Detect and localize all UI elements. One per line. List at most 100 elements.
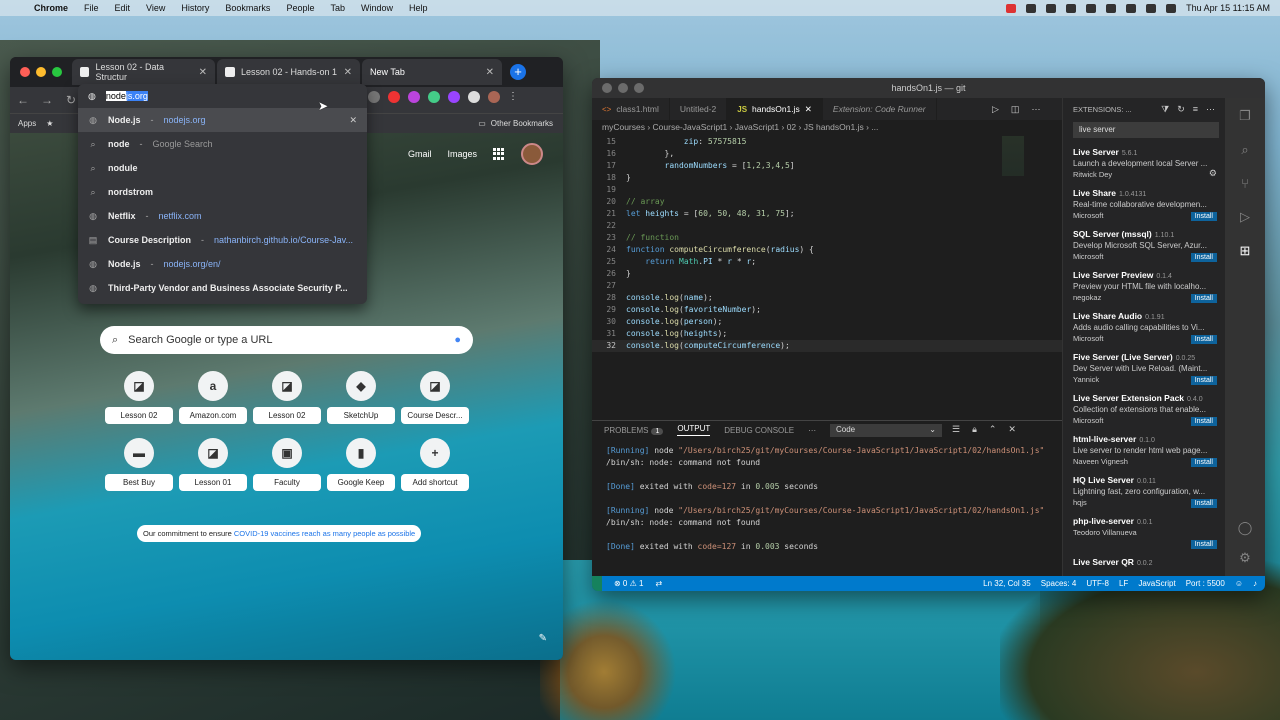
code-line[interactable]: 24 function computeCircumference(radius) … [592,244,1062,256]
code-line[interactable]: 28 console.log(name); [592,292,1062,304]
shortcut-tile[interactable]: a Amazon.com [176,371,250,424]
extension-list-item[interactable]: Live Share Audio 0.1.91 Adds audio calling… [1063,308,1225,349]
profile-avatar[interactable] [488,91,500,103]
minimize-window-button[interactable] [618,83,628,93]
shortcut-tile[interactable]: ◪ Course Descr... [398,371,472,424]
account-avatar[interactable] [521,143,543,165]
code-line[interactable]: 32 console.log(computeCircumference); [592,340,1062,352]
shortcut-tile[interactable]: ◆ SketchUp [324,371,398,424]
reload-icon[interactable]: ↻ [64,93,78,107]
zoom-window-button[interactable] [52,67,62,77]
minimize-window-button[interactable] [36,67,46,77]
install-button[interactable]: Install [1190,376,1217,385]
extension-icon[interactable] [428,91,440,103]
cursor-position[interactable]: Ln 32, Col 35 [983,579,1031,588]
extension-icon[interactable] [408,91,420,103]
extension-list-item[interactable]: Live Server Extension Pack 0.4.0 Collectio… [1063,390,1225,431]
close-window-button[interactable] [602,83,612,93]
extension-list-item[interactable]: SQL Server (mssql) 1.10.1 Develop Microsof… [1063,226,1225,267]
extension-list-item[interactable]: HQ Live Server 0.0.11 Lightning fast, zero… [1063,472,1225,513]
status-icon-1[interactable] [1026,3,1037,13]
star-icon[interactable]: ★ [46,119,53,128]
extension-list-item[interactable]: html-live-server 0.1.0 Live server to rend… [1063,431,1225,472]
filter-icon[interactable]: ⧩ [1161,104,1169,115]
close-tab-icon[interactable]: ✕ [199,67,207,78]
search-icon[interactable]: ⌕ [1241,142,1248,158]
source-control-icon[interactable]: ⑂ [1241,176,1249,191]
omnibox-suggestion[interactable]: ◍ Netflix - netflix.com [78,204,367,228]
code-line[interactable]: 18} [592,172,1062,184]
tab-handson1-js[interactable]: JS handsOn1.js ✕ [727,98,823,120]
omnibox-suggestion[interactable]: ◍ Third-Party Vendor and Business Associa… [78,276,367,300]
install-button[interactable]: Install [1190,335,1217,344]
gmail-link[interactable]: Gmail [408,149,432,159]
extension-list-item[interactable]: Five Server (Live Server) 0.0.25 Dev Serve… [1063,349,1225,390]
remove-suggestion-icon[interactable]: ✕ [349,115,357,126]
code-line[interactable]: 31 console.log(heights); [592,328,1062,340]
close-tab-icon[interactable]: ✕ [805,104,812,115]
stop-recording-icon[interactable] [1006,3,1017,13]
gear-icon[interactable]: ⚙ [1239,550,1251,566]
install-button[interactable]: Install [1190,458,1217,467]
shortcut-tile[interactable]: ▣ Faculty [250,438,324,491]
code-line[interactable]: 19 [592,184,1062,196]
menu-bookmarks[interactable]: Bookmarks [217,3,278,13]
shortcut-tile[interactable]: ▮ Google Keep [324,438,398,491]
covid-link[interactable]: COVID-19 vaccines reach as many people a… [234,529,415,538]
code-line[interactable]: 20 // array [592,196,1062,208]
language-mode[interactable]: JavaScript [1138,579,1175,588]
extension-icon[interactable] [368,91,380,103]
omnibox-suggestion[interactable]: ▤ Course Description - nathanbirch.github… [78,228,367,252]
problems-status[interactable]: ⊗ 0 ⚠ 1 [614,579,643,588]
code-line[interactable]: 25 return Math.PI * r * r; [592,256,1062,268]
run-icon[interactable]: ▷ [992,104,999,115]
shortcut-tile[interactable]: ◪ Lesson 01 [176,438,250,491]
indentation[interactable]: Spaces: 4 [1041,579,1077,588]
tab-class1-html[interactable]: <> class1.html [592,98,670,120]
tab-lesson02-handson[interactable]: Lesson 02 - Hands-on 1 ✕ [217,59,360,85]
install-button[interactable]: Install [1190,294,1217,303]
close-panel-icon[interactable]: ✕ [1008,424,1016,435]
code-line[interactable]: 17 randomNumbers = [1,2,3,4,5] [592,160,1062,172]
extensions-search-input[interactable]: live server [1073,122,1219,138]
more-actions-icon[interactable]: ⋯ [1031,104,1040,115]
menu-help[interactable]: Help [401,3,436,13]
code-line[interactable]: 26} [592,268,1062,280]
puzzle-icon[interactable] [468,91,480,103]
shortcut-tile[interactable]: + Add shortcut [398,438,472,491]
lock-icon[interactable]: 🔒︎ [972,424,977,435]
install-button[interactable]: Install [1190,540,1217,549]
clear-output-icon[interactable]: ☰ [952,424,960,435]
extension-list-item[interactable]: Live Share 1.0.4131 Real-time collaborativ… [1063,185,1225,226]
split-editor-icon[interactable]: ◫ [1011,104,1020,115]
extension-list-item[interactable]: php-live-server 0.0.1 Teodoro Villanueva In… [1063,513,1225,554]
status-icon-3[interactable] [1066,3,1077,13]
tab-problems[interactable]: PROBLEMS 1 [604,426,664,435]
run-debug-icon[interactable]: ▷ [1240,209,1250,225]
tab-extension-code-runner[interactable]: Extension: Code Runner [823,98,937,120]
install-button[interactable]: Install [1190,253,1217,262]
other-bookmarks[interactable]: ▭ Other Bookmarks [478,119,553,128]
extension-icon[interactable] [388,91,400,103]
extension-list-item[interactable]: Live Server 5.6.1 Launch a development loc… [1063,144,1225,185]
menu-file[interactable]: File [76,3,107,13]
menu-people[interactable]: People [278,3,322,13]
control-center-icon[interactable] [1166,3,1177,13]
output-channel-select[interactable]: Code ⌄ [830,424,942,437]
encoding[interactable]: UTF-8 [1086,579,1109,588]
status-icon-4[interactable] [1086,3,1097,13]
tab-debug-console[interactable]: DEBUG CONSOLE [724,426,794,435]
code-line[interactable]: 29 console.log(favoriteNumber); [592,304,1062,316]
more-actions-icon[interactable]: ⋯ [1206,104,1215,115]
code-line[interactable]: 27 [592,280,1062,292]
omnibox-suggestion[interactable]: ⌕ nordstrom [78,180,367,204]
extension-list-item[interactable]: Live Server Preview 0.1.4 Preview your HTM… [1063,267,1225,308]
code-line[interactable]: 22 [592,220,1062,232]
extension-icon[interactable] [448,91,460,103]
spotlight-icon[interactable] [1146,3,1157,13]
wifi-icon[interactable] [1126,3,1137,13]
code-line[interactable]: 15 zip: 57575815 [592,136,1062,148]
forward-arrow-icon[interactable]: → [40,93,54,107]
menu-edit[interactable]: Edit [107,3,139,13]
minimap[interactable] [1002,136,1024,176]
